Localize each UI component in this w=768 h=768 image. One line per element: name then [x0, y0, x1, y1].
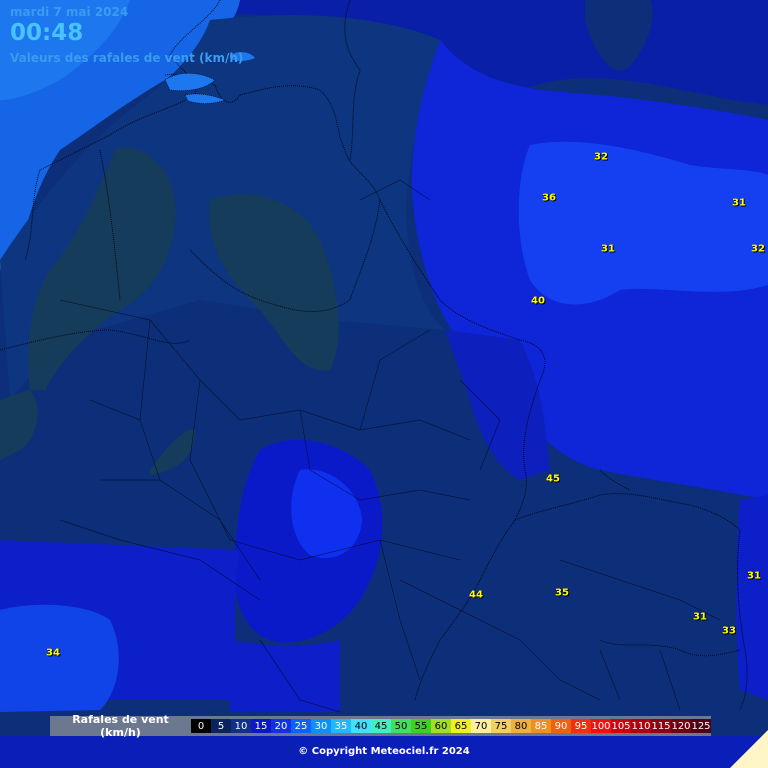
- map-subtitle: Valeurs des rafales de vent (km/h): [10, 51, 244, 65]
- legend-swatch: 95: [571, 719, 591, 733]
- gust-value: 36: [542, 192, 556, 204]
- gust-value: 33: [722, 625, 736, 637]
- legend-swatch: 80: [511, 719, 531, 733]
- legend-swatch: 90: [551, 719, 571, 733]
- gust-value: 34: [46, 647, 60, 659]
- gust-value: 40: [531, 295, 545, 307]
- gust-value: 31: [732, 197, 746, 209]
- wind-gust-map: mardi 7 mai 2024 00:48 Valeurs des rafal…: [0, 0, 768, 768]
- legend-swatch: 125: [691, 719, 711, 733]
- legend-swatch: 115: [651, 719, 671, 733]
- legend-swatch: 120: [671, 719, 691, 733]
- legend-swatch: 10: [231, 719, 251, 733]
- gust-value: 32: [594, 151, 608, 163]
- map-background: [0, 0, 768, 768]
- legend-swatch: 15: [251, 719, 271, 733]
- legend-swatch: 65: [451, 719, 471, 733]
- legend-swatch: 20: [271, 719, 291, 733]
- gust-value: 31: [747, 570, 761, 582]
- legend-swatch: 110: [631, 719, 651, 733]
- legend-swatch: 85: [531, 719, 551, 733]
- legend-title: Rafales de vent (km/h): [72, 713, 169, 739]
- gust-value: 44: [469, 589, 483, 601]
- color-scale-legend: Rafales de vent (km/h) 0 5 10 15 20 25 30 35 40 4…: [50, 713, 711, 739]
- legend-steps: 0 5 10 15 20 25 30 35 40 45 50 55 60 65 70 75 80 85 90 95 10…: [191, 719, 711, 733]
- legend-swatch: 40: [351, 719, 371, 733]
- copyright-notice: © Copyright Meteociel.fr 2024: [298, 746, 470, 757]
- forecast-time: 00:48: [10, 20, 84, 46]
- gust-value: 32: [751, 243, 765, 255]
- legend-swatch: 105: [611, 719, 631, 733]
- legend-swatch: 60: [431, 719, 451, 733]
- legend-swatch: 55: [411, 719, 431, 733]
- gust-value: 31: [601, 243, 615, 255]
- legend-swatch: 50: [391, 719, 411, 733]
- gust-value: 35: [555, 587, 569, 599]
- legend-swatch: 100: [591, 719, 611, 733]
- legend-swatch: 30: [311, 719, 331, 733]
- legend-swatch: 35: [331, 719, 351, 733]
- legend-swatch: 45: [371, 719, 391, 733]
- gust-value: 45: [546, 473, 560, 485]
- gust-value: 31: [693, 611, 707, 623]
- legend-swatch: 25: [291, 719, 311, 733]
- legend-swatch: 5: [211, 719, 231, 733]
- legend-swatch: 75: [491, 719, 511, 733]
- legend-swatch: 70: [471, 719, 491, 733]
- legend-swatch: 0: [191, 719, 211, 733]
- forecast-date: mardi 7 mai 2024: [10, 5, 129, 19]
